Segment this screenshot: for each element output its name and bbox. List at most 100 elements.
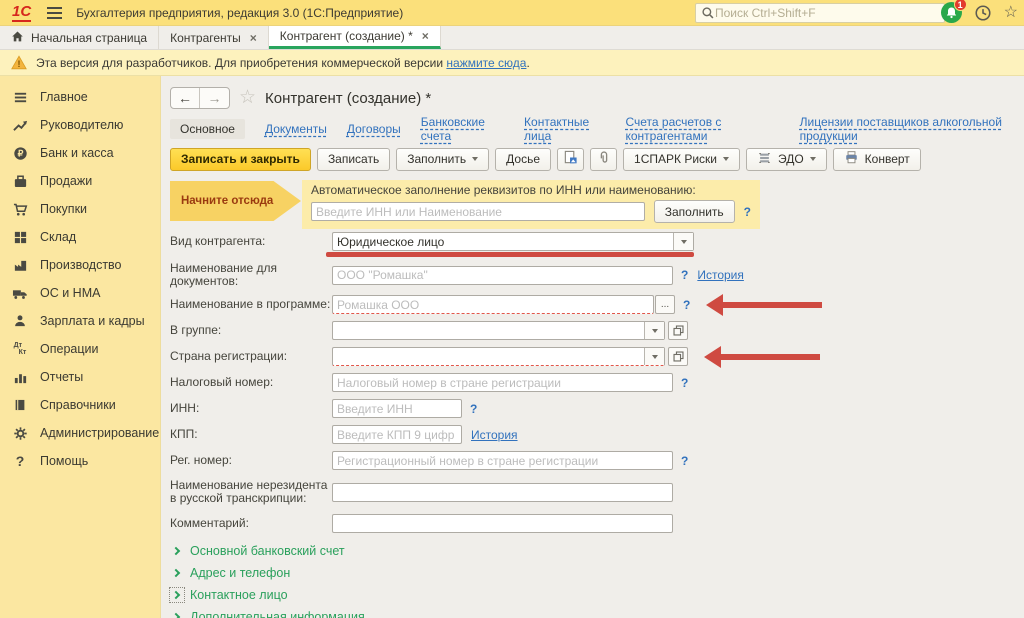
inn-help-icon[interactable]: ? (470, 402, 477, 416)
search-icon (701, 6, 715, 20)
book-icon (0, 398, 40, 412)
inn-input[interactable] (332, 399, 462, 418)
form-tab-kontaktnye-lica[interactable]: Контактные лица (524, 115, 605, 143)
sidebar-item-zarplata-i-kadry[interactable]: Зарплата и кадры (0, 307, 160, 335)
field-label: Наименование для документов: (170, 262, 332, 288)
button-label: Записать и закрыть (181, 152, 300, 166)
chevron-right-icon[interactable] (170, 588, 184, 602)
vid-kontragenta-select[interactable]: Юридическое лицо (332, 232, 694, 251)
kpp-input[interactable] (332, 425, 462, 444)
attachments-button[interactable] (590, 148, 617, 171)
main-panel: ← → ☆ Контрагент (создание) * Основное До… (162, 76, 1024, 618)
main-menu-icon[interactable] (47, 12, 62, 14)
inn-autofill-input[interactable] (311, 202, 645, 221)
warning-icon: ! (11, 55, 27, 70)
sidebar-item-proizvodstvo[interactable]: Производство (0, 251, 160, 279)
history-icon[interactable] (974, 4, 992, 22)
reg-nomer-help-icon[interactable]: ? (681, 454, 688, 468)
nalogovyj-nomer-help-icon[interactable]: ? (681, 376, 688, 390)
chevron-right-icon[interactable] (170, 544, 184, 558)
fill-button[interactable]: Заполнить (396, 148, 489, 171)
forward-button[interactable]: → (200, 88, 229, 108)
dossier-image-button[interactable] (557, 148, 584, 171)
edo-button[interactable]: ЭДО (746, 148, 827, 171)
save-close-button[interactable]: Записать и закрыть (170, 148, 311, 171)
section-kontaktnoe-lico[interactable]: Контактное лицо (170, 584, 1024, 606)
naimenovanie-v-programme-ellipsis-button[interactable]: ... (655, 295, 675, 314)
purchase-link[interactable]: нажмите сюда (446, 56, 526, 70)
sidebar-item-label: Справочники (40, 398, 116, 412)
kpp-history-link[interactable]: История (471, 428, 518, 442)
strana-registracii-open-button[interactable] (668, 347, 688, 366)
dossier-button[interactable]: Досье (495, 148, 551, 171)
sidebar-item-otchety[interactable]: Отчеты (0, 363, 160, 391)
autofill-help-icon[interactable]: ? (744, 205, 751, 219)
field-row-naimenovanie-dlya-dokumentov: Наименование для документов:? История (170, 262, 1024, 288)
search-input[interactable] (715, 6, 930, 20)
autofill-box: Автоматическое заполнение реквизитов по … (302, 180, 760, 229)
global-search[interactable] (695, 3, 945, 23)
form-tab-osnovnoe[interactable]: Основное (170, 119, 245, 139)
sidebar-item-pokupki[interactable]: Покупки (0, 195, 160, 223)
nalogovyj-nomer-input[interactable] (332, 373, 673, 392)
sidebar-item-glavnoe[interactable]: Главное (0, 83, 160, 111)
chevron-down-icon[interactable] (644, 348, 664, 365)
chevron-right-icon[interactable] (170, 610, 184, 618)
kommentarij-input[interactable] (332, 514, 673, 533)
selected-value: Юридическое лицо (333, 233, 673, 250)
sidebar-item-label: Операции (40, 342, 98, 356)
field-row-naimenovanie-v-programme: Наименование в программе:...? (170, 295, 1024, 314)
field-label: Вид контрагента: (170, 235, 332, 248)
naimenovanie-v-programme-help-icon[interactable]: ? (683, 298, 690, 312)
naimenovanie-nerezidenta-input[interactable] (332, 483, 673, 502)
envelope-button[interactable]: Конверт (833, 148, 921, 171)
tab-kontragent-sozdanie[interactable]: Контрагент (создание) *× (269, 26, 441, 49)
page-title: Контрагент (создание) * (265, 90, 431, 107)
button-label: Досье (506, 152, 540, 166)
question-icon: ? (0, 453, 40, 469)
notification-badge: 1 (954, 0, 967, 11)
naimenovanie-dlya-dokumentov-input[interactable] (332, 266, 673, 285)
close-icon[interactable]: × (250, 31, 257, 45)
section-adres-i-telefon[interactable]: Адрес и телефон (170, 562, 1024, 584)
close-icon[interactable]: × (422, 29, 429, 43)
sidebar-item-spravochniki[interactable]: Справочники (0, 391, 160, 419)
naimenovanie-dlya-dokumentov-history-link[interactable]: История (697, 268, 744, 282)
section-dopolnitelnaya-informaciya[interactable]: Дополнительная информация (170, 606, 1024, 618)
section-osnovnoj-bankovskij-schet[interactable]: Основной банковский счет (170, 540, 1024, 562)
sidebar-item-sklad[interactable]: Склад (0, 223, 160, 251)
chevron-down-icon[interactable] (644, 322, 664, 339)
autofill-fill-button[interactable]: Заполнить (654, 200, 735, 223)
chevron-down-icon[interactable] (673, 233, 693, 250)
field-label: Комментарий: (170, 517, 332, 530)
favorites-star-icon[interactable]: ☆ (1004, 3, 1018, 23)
sidebar-item-administrirovanie[interactable]: Администрирование (0, 419, 160, 447)
tab-home[interactable]: Начальная страница (0, 26, 159, 49)
v-gruppe-select[interactable] (332, 321, 665, 340)
tab-kontragenty[interactable]: Контрагенты× (159, 26, 269, 49)
naimenovanie-v-programme-input[interactable] (332, 295, 654, 314)
sidebar-item-prodazhi[interactable]: Продажи (0, 167, 160, 195)
save-button[interactable]: Записать (317, 148, 390, 171)
naimenovanie-dlya-dokumentov-help-icon[interactable]: ? (681, 268, 688, 282)
reg-nomer-input[interactable] (332, 451, 673, 470)
strana-registracii-select[interactable] (332, 347, 665, 366)
sidebar-item-os-i-nma[interactable]: ОС и НМА (0, 279, 160, 307)
v-gruppe-open-button[interactable] (668, 321, 688, 340)
sidebar-item-operacii[interactable]: ДтКтОперации (0, 335, 160, 363)
collapsible-sections: Основной банковский счетАдрес и телефонК… (170, 540, 1024, 618)
form-tab-scheta-raschetov[interactable]: Счета расчетов с контрагентами (625, 115, 779, 143)
spark-riski-button[interactable]: 1СПАРК Риски (623, 148, 740, 171)
back-button[interactable]: ← (171, 88, 200, 108)
form-tab-dogovory[interactable]: Договоры (347, 122, 401, 136)
sidebar-item-pomosch[interactable]: ?Помощь (0, 447, 160, 475)
favorite-star-icon[interactable]: ☆ (239, 88, 256, 108)
notifications-button[interactable]: 1 (941, 2, 962, 23)
sidebar-item-bank-i-kassa[interactable]: ₽Банк и касса (0, 139, 160, 167)
form-tab-licenzii-postavschikov[interactable]: Лицензии поставщиков алкогольной продукц… (800, 115, 1024, 143)
chevron-right-icon[interactable] (170, 566, 184, 580)
form-tab-bankovskie-scheta[interactable]: Банковские счета (421, 115, 504, 143)
form-tab-dokumenty[interactable]: Документы (265, 122, 327, 136)
field-row-inn: ИНН:? (170, 399, 1024, 418)
sidebar-item-rukovoditelyu[interactable]: Руководителю (0, 111, 160, 139)
